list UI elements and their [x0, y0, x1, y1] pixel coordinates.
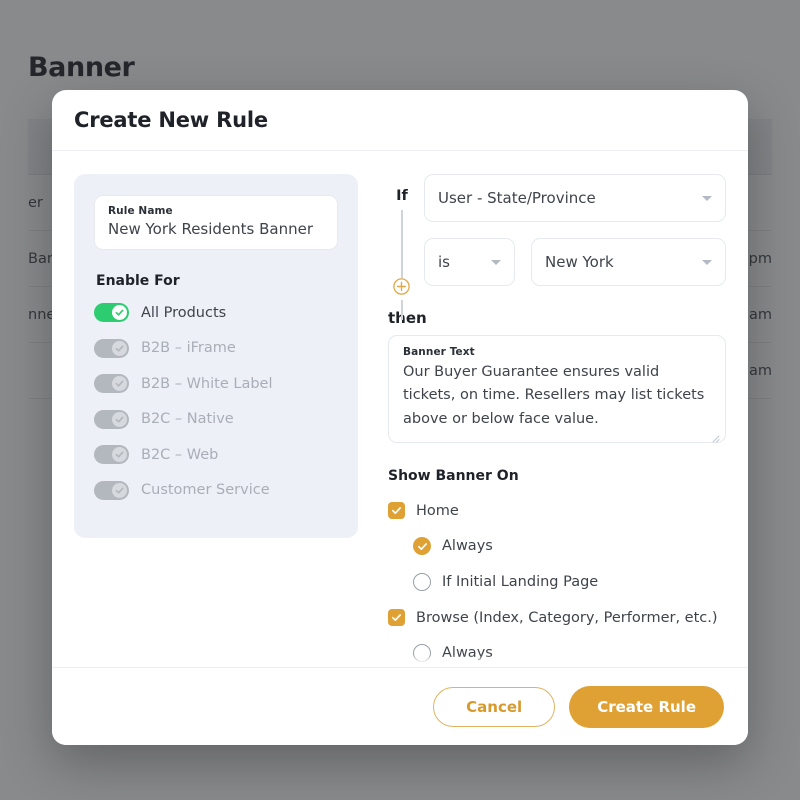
toggle-knob: [112, 305, 127, 321]
checkbox-row-browse[interactable]: Browse (Index, Category, Performer, etc.…: [388, 600, 726, 635]
create-new-rule-modal: Create New Rule Rule Name New York Resid…: [52, 90, 748, 745]
enable-for-title: Enable For: [96, 273, 180, 289]
if-condition-block: If User - State/Province is New York: [388, 174, 726, 320]
enable-for-panel: Rule Name New York Residents Banner Enab…: [74, 174, 358, 538]
toggle-label: B2C – Web: [141, 446, 219, 463]
toggle-row-b2c-native[interactable]: B2C – Native: [94, 402, 338, 438]
toggle-knob: [112, 482, 127, 498]
toggle-label: All Products: [141, 304, 227, 321]
toggle-row-b2b-white-label[interactable]: B2B – White Label: [94, 366, 338, 402]
then-label: then: [388, 309, 427, 327]
toggle-switch-all-products[interactable]: [94, 303, 129, 323]
condition-connector-line-lower: [401, 300, 403, 320]
if-fields: User - State/Province is New York: [416, 174, 726, 286]
condition-value-value: New York: [545, 253, 614, 271]
condition-operator-value: is: [438, 253, 450, 271]
condition-value-select[interactable]: New York: [531, 238, 726, 286]
rule-name-field[interactable]: Rule Name New York Residents Banner: [94, 195, 338, 250]
toggle-knob: [112, 447, 127, 463]
radio-row-home-initial-landing[interactable]: If Initial Landing Page: [388, 564, 726, 600]
toggle-row-b2b-iframe[interactable]: B2B – iFrame: [94, 331, 338, 367]
modal-footer: Cancel Create Rule: [52, 667, 748, 745]
toggle-switch-b2c-native[interactable]: [94, 409, 129, 429]
radio-label: Always: [442, 645, 493, 661]
toggle-knob: [112, 340, 127, 356]
toggle-knob: [112, 376, 127, 392]
radio-label: If Initial Landing Page: [442, 574, 599, 590]
create-rule-button[interactable]: Create Rule: [569, 685, 724, 728]
rule-name-input[interactable]: New York Residents Banner: [108, 220, 324, 238]
condition-operator-select[interactable]: is: [424, 238, 515, 286]
toggle-label: Customer Service: [141, 482, 270, 499]
banner-text-label: Banner Text: [403, 346, 475, 358]
checkbox-home[interactable]: [388, 502, 405, 519]
show-banner-on-title: Show Banner On: [388, 468, 519, 484]
resize-grip-icon[interactable]: [710, 428, 720, 443]
checkbox-row-home[interactable]: Home: [388, 493, 726, 528]
chevron-down-icon: [702, 195, 712, 201]
radio-row-home-always[interactable]: Always: [388, 528, 726, 564]
checkbox-label: Home: [416, 502, 459, 519]
radio-label: Always: [442, 538, 493, 554]
cancel-button[interactable]: Cancel: [433, 686, 556, 727]
left-column: Rule Name New York Residents Banner Enab…: [74, 174, 358, 667]
banner-text-textarea[interactable]: Our Buyer Guarantee ensures valid ticket…: [403, 361, 711, 431]
toggle-row-all-products[interactable]: All Products: [94, 295, 338, 331]
radio-row-browse-always[interactable]: Always: [388, 635, 726, 667]
toggle-switch-b2b-iframe[interactable]: [94, 338, 129, 358]
toggle-label: B2C – Native: [141, 411, 234, 428]
modal-header: Create New Rule: [52, 90, 748, 151]
right-column: If User - State/Province is New York the…: [388, 174, 726, 667]
chevron-down-icon: [702, 259, 712, 265]
radio-browse-always[interactable]: [413, 644, 431, 662]
toggle-label: B2B – iFrame: [141, 340, 236, 357]
modal-body: Rule Name New York Residents Banner Enab…: [52, 151, 748, 667]
radio-home-always[interactable]: [413, 537, 431, 555]
toggle-switch-b2b-white-label[interactable]: [94, 374, 129, 394]
toggle-row-b2c-web[interactable]: B2C – Web: [94, 437, 338, 473]
checkbox-browse[interactable]: [388, 609, 405, 626]
toggle-switch-b2c-web[interactable]: [94, 445, 129, 465]
toggle-knob: [112, 411, 127, 427]
condition-connector-line: [401, 210, 403, 278]
rule-name-label: Rule Name: [108, 205, 173, 217]
if-rail: If: [388, 174, 416, 320]
checkbox-label: Browse (Index, Category, Performer, etc.…: [416, 609, 718, 626]
modal-title: Create New Rule: [74, 108, 268, 132]
radio-home-initial-landing[interactable]: [413, 573, 431, 591]
banner-text-field[interactable]: Banner Text Our Buyer Guarantee ensures …: [388, 335, 726, 443]
condition-field-select[interactable]: User - State/Province: [424, 174, 726, 222]
if-label: If: [396, 188, 408, 204]
condition-operator-row: is New York: [424, 238, 726, 286]
condition-field-value: User - State/Province: [438, 189, 596, 207]
chevron-down-icon: [491, 259, 501, 265]
toggle-label: B2B – White Label: [141, 375, 273, 392]
toggle-row-customer-service[interactable]: Customer Service: [94, 473, 338, 509]
plus-circle-icon[interactable]: [393, 278, 410, 295]
toggle-switch-customer-service[interactable]: [94, 480, 129, 500]
